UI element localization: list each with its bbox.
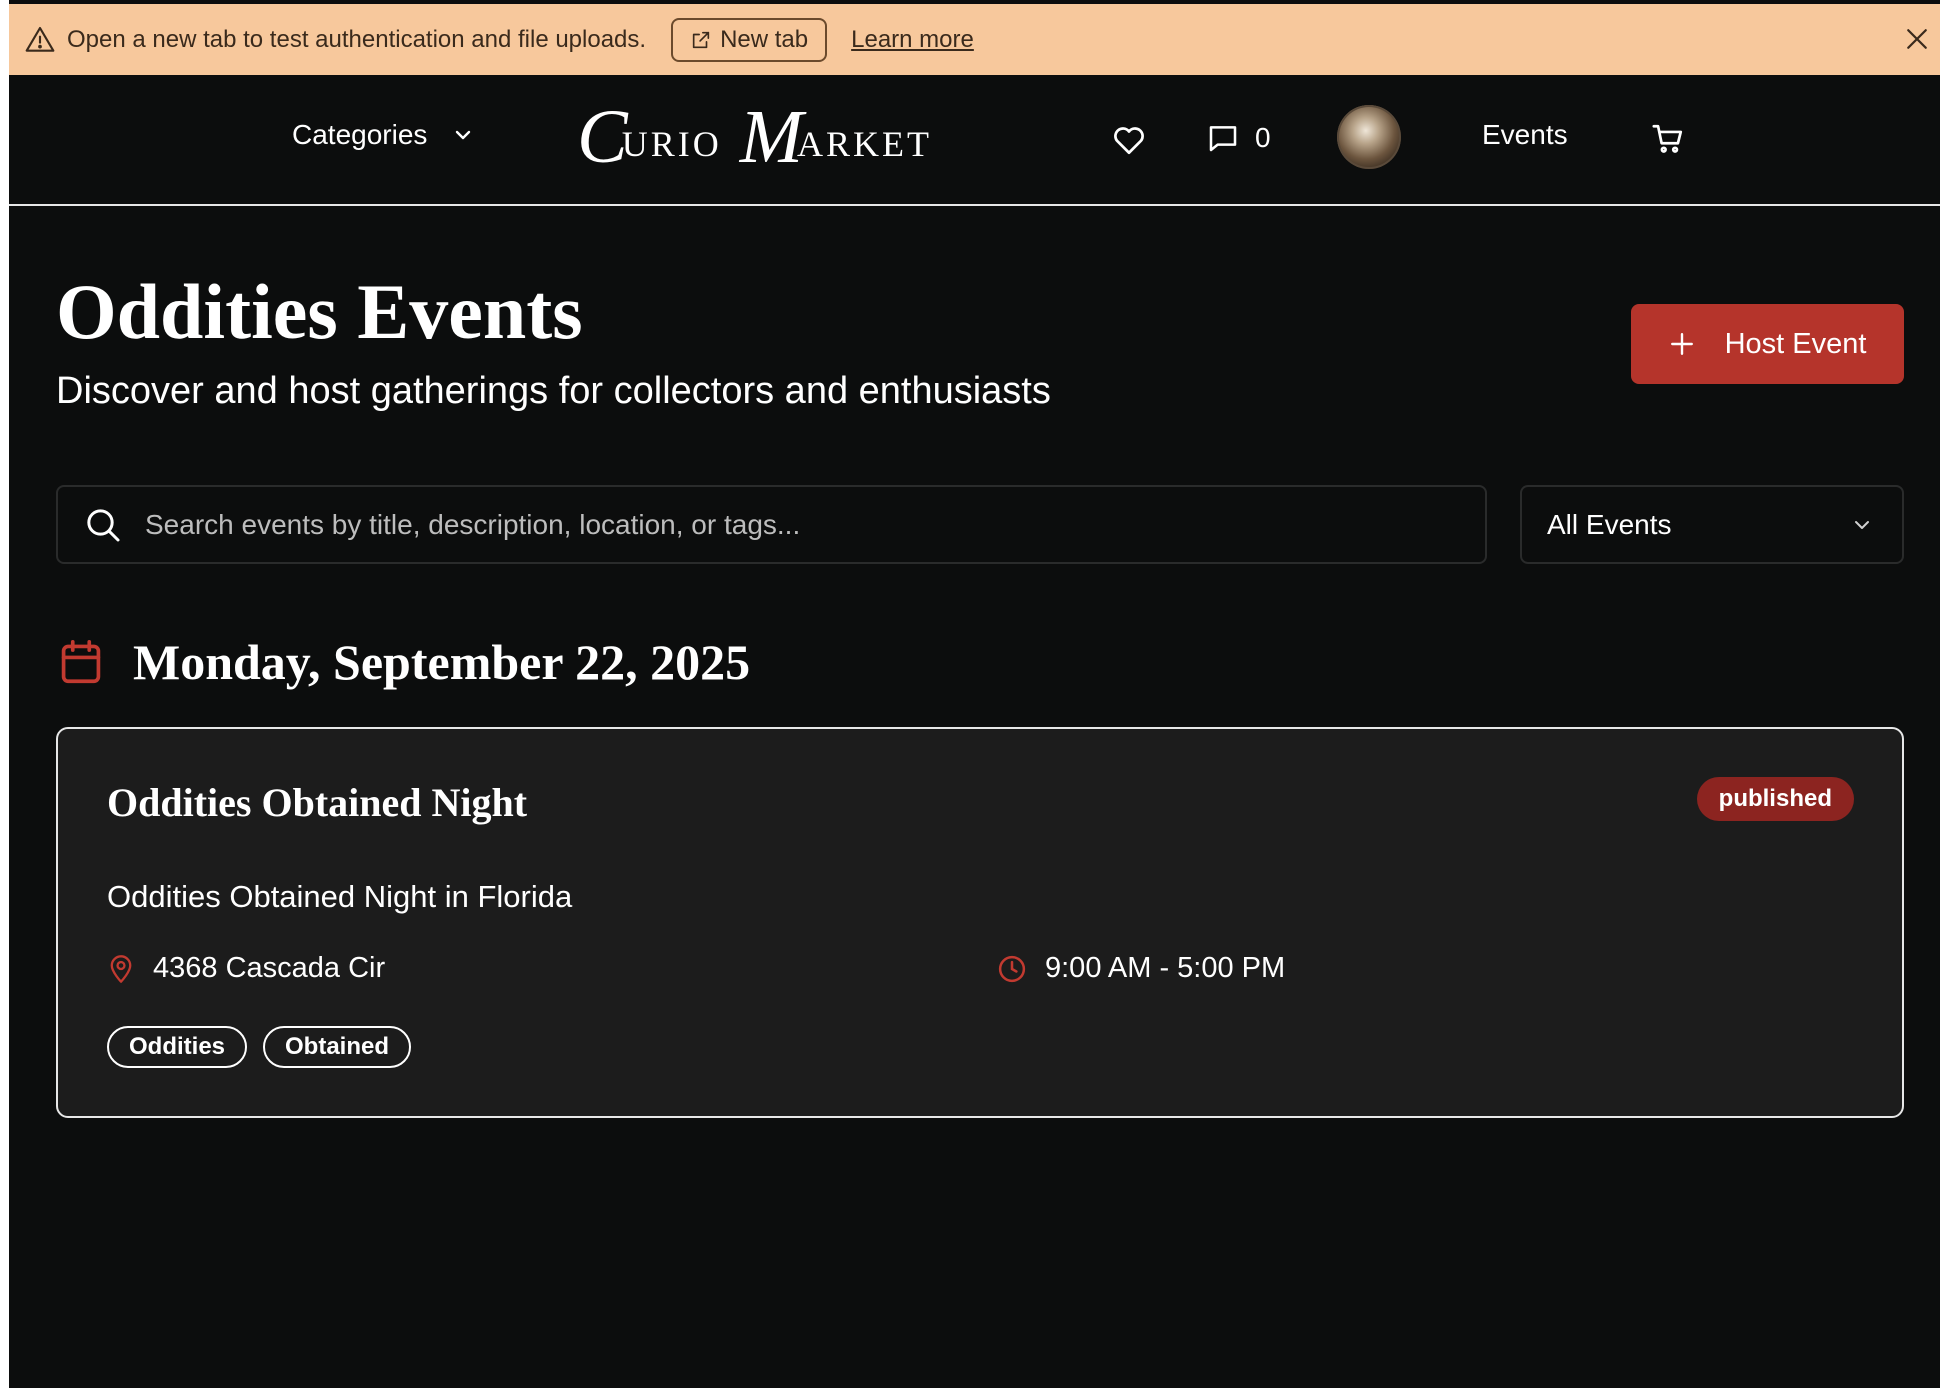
plus-icon — [1670, 333, 1693, 355]
host-event-button[interactable]: Host Event — [1631, 304, 1904, 384]
avatar[interactable] — [1337, 105, 1401, 169]
messages-count: 0 — [1255, 122, 1271, 153]
event-description: Oddities Obtained Night in Florida — [107, 879, 573, 914]
messages-button[interactable]: 0 — [1207, 122, 1271, 154]
calendar-icon — [61, 639, 101, 684]
search-icon — [87, 508, 120, 541]
app: Open a new tab to test authentication an… — [9, 0, 1940, 1388]
event-time: 9:00 AM - 5:00 PM — [997, 952, 1285, 985]
logo-initial-m: M — [739, 95, 804, 179]
event-tags: Oddities Obtained — [107, 1026, 412, 1068]
clock-icon — [998, 955, 1026, 982]
map-pin-icon — [110, 954, 132, 983]
cart-icon[interactable] — [1651, 122, 1685, 156]
external-link-icon — [692, 31, 710, 48]
filter-selected-value: All Events — [1547, 508, 1672, 540]
tag-chip[interactable]: Oddities — [107, 1026, 248, 1068]
categories-dropdown[interactable]: Categories — [292, 119, 475, 151]
new-tab-button[interactable]: New tab — [671, 17, 828, 62]
tag-chip[interactable]: Obtained — [263, 1026, 412, 1068]
event-title: Oddities Obtained Night — [107, 780, 528, 825]
event-card[interactable]: Oddities Obtained Night published Odditi… — [56, 727, 1904, 1118]
chevron-down-icon — [456, 130, 471, 140]
event-filter-select[interactable]: All Events — [1520, 485, 1904, 564]
top-nav: Categories C URIO M ARKET 0 Events — [9, 75, 1940, 206]
new-tab-label: New tab — [720, 25, 809, 53]
event-time-text: 9:00 AM - 5:00 PM — [1045, 952, 1286, 984]
logo-word-arket: ARKET — [797, 124, 933, 164]
page-title: Oddities Events — [56, 268, 583, 355]
window-edge — [0, 0, 9, 1388]
date-heading-text: Monday, September 22, 2025 — [133, 634, 751, 690]
warning-icon — [25, 26, 55, 52]
categories-label: Categories — [292, 119, 428, 150]
site-logo[interactable]: C URIO M ARKET — [577, 95, 932, 175]
search-input[interactable] — [143, 507, 1485, 542]
status-badge: published — [1696, 777, 1854, 821]
events-link[interactable]: Events — [1482, 119, 1568, 151]
date-heading: Monday, September 22, 2025 — [59, 633, 750, 691]
learn-more-link[interactable]: Learn more — [851, 26, 974, 54]
host-event-label: Host Event — [1724, 327, 1867, 360]
chevron-down-icon — [1855, 520, 1869, 529]
page-subtitle: Discover and host gatherings for collect… — [56, 370, 1051, 412]
close-icon[interactable] — [1902, 24, 1932, 54]
logo-word-urio: URIO — [621, 124, 722, 164]
event-location: 4368 Cascada Cir — [107, 952, 385, 985]
event-location-text: 4368 Cascada Cir — [153, 952, 386, 984]
notice-banner: Open a new tab to test authentication an… — [9, 4, 1940, 75]
heart-icon[interactable] — [1112, 124, 1146, 156]
banner-message: Open a new tab to test authentication an… — [67, 25, 647, 53]
message-icon — [1209, 126, 1237, 152]
logo-initial-c: C — [577, 95, 628, 179]
search-box — [56, 485, 1487, 564]
